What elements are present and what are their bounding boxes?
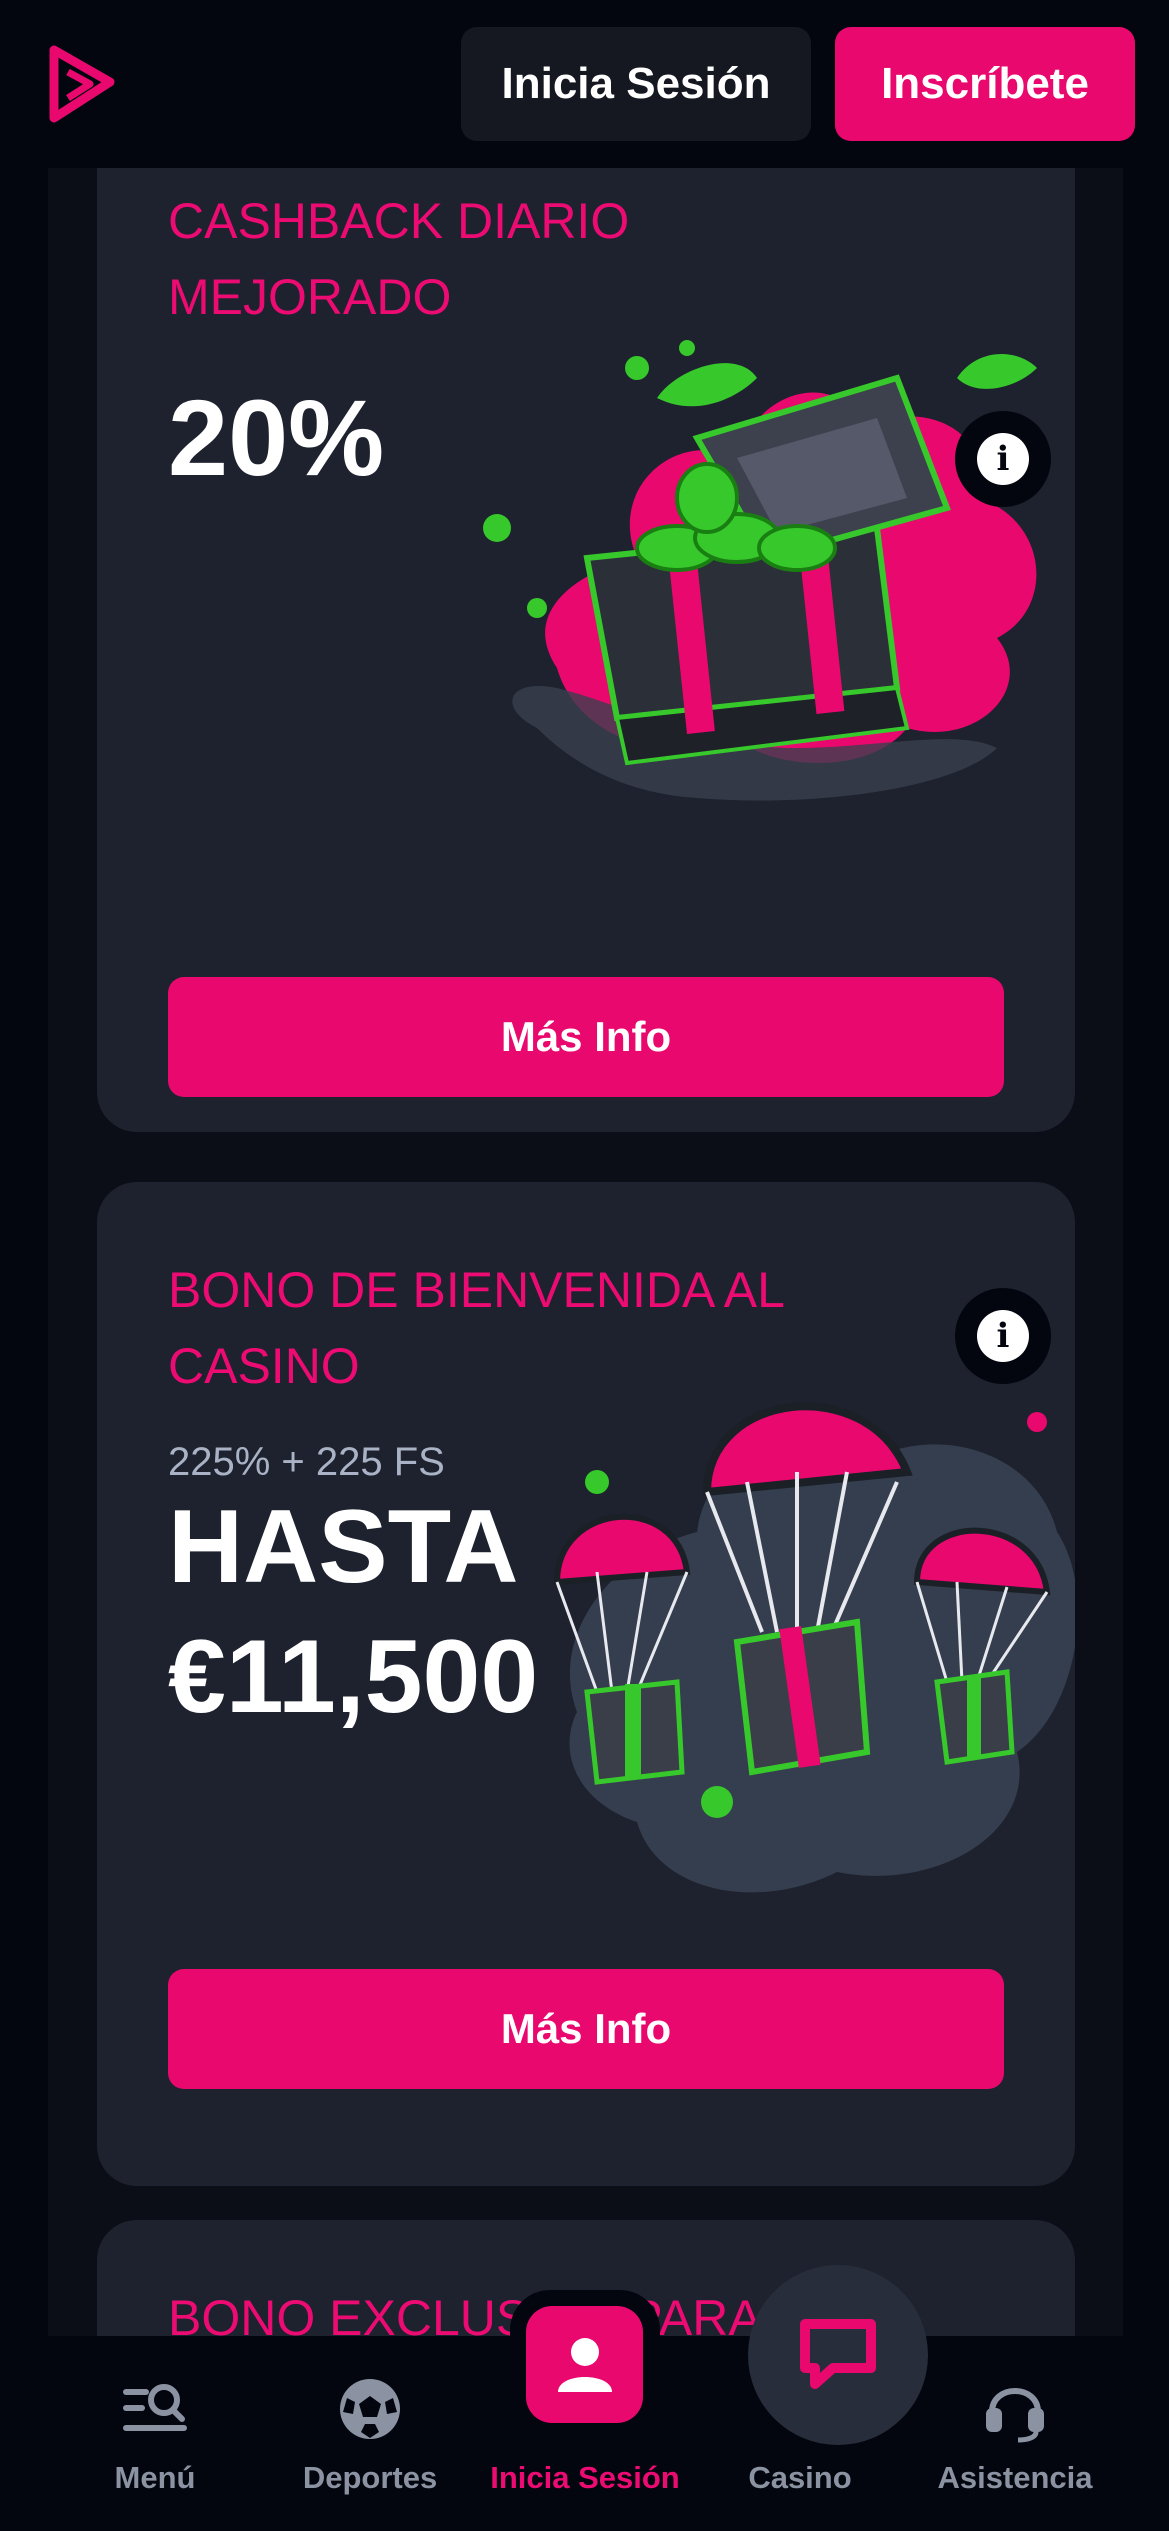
promo-subtitle: 225% + 225 FS [168, 1440, 445, 1484]
promo-title: CASHBACK DIARIO MEJORADO [168, 193, 630, 325]
nav-item-sports[interactable]: Deportes [290, 2336, 450, 2531]
info-button[interactable]: i [955, 1288, 1051, 1384]
nav-item-support[interactable]: Asistencia [920, 2336, 1110, 2531]
promo-title: BONO DE BIENVENIDA AL CASINO [168, 1262, 784, 1394]
nav-item-menu[interactable]: Menú [75, 2336, 235, 2531]
info-icon: i [977, 433, 1029, 485]
promo-value: HASTA €11,500 [168, 1489, 539, 1735]
promo-card-cashback: CASHBACK DIARIO MEJORADO 20% i Más Info [97, 168, 1075, 1132]
promo-card-welcome-bonus: BONO DE BIENVENIDA AL CASINO 225% + 225 … [97, 1182, 1075, 2186]
more-info-button[interactable]: Más Info [168, 1969, 1004, 2089]
user-icon[interactable] [526, 2306, 643, 2423]
top-header: Inicia Sesión Inscríbete [0, 0, 1169, 168]
play-logo-icon[interactable] [40, 42, 120, 126]
more-info-button[interactable]: Más Info [168, 977, 1004, 1097]
nav-label: Inicia Sesión [490, 2460, 680, 2495]
promotions-list[interactable]: CASHBACK DIARIO MEJORADO 20% i Más Info … [48, 168, 1123, 2336]
chat-bubble-icon[interactable] [748, 2265, 928, 2445]
info-button[interactable]: i [955, 411, 1051, 507]
chat-icon-glyph [800, 2319, 876, 2389]
nav-label: Casino [748, 2460, 852, 2495]
promo-value: 20% [168, 377, 385, 498]
nav-label: Deportes [302, 2460, 438, 2495]
info-icon: i [977, 1310, 1029, 1362]
user-icon-glyph [557, 2337, 612, 2392]
headset-icon [986, 2388, 1044, 2443]
signup-button[interactable]: Inscríbete [835, 27, 1135, 141]
login-button[interactable]: Inicia Sesión [461, 27, 811, 141]
nav-label: Menú [114, 2460, 196, 2495]
treasure-chest-icon [483, 340, 1037, 801]
soccer-ball-icon [340, 2379, 400, 2439]
nav-label: Asistencia [937, 2460, 1093, 2495]
menu-search-icon [123, 2384, 187, 2431]
